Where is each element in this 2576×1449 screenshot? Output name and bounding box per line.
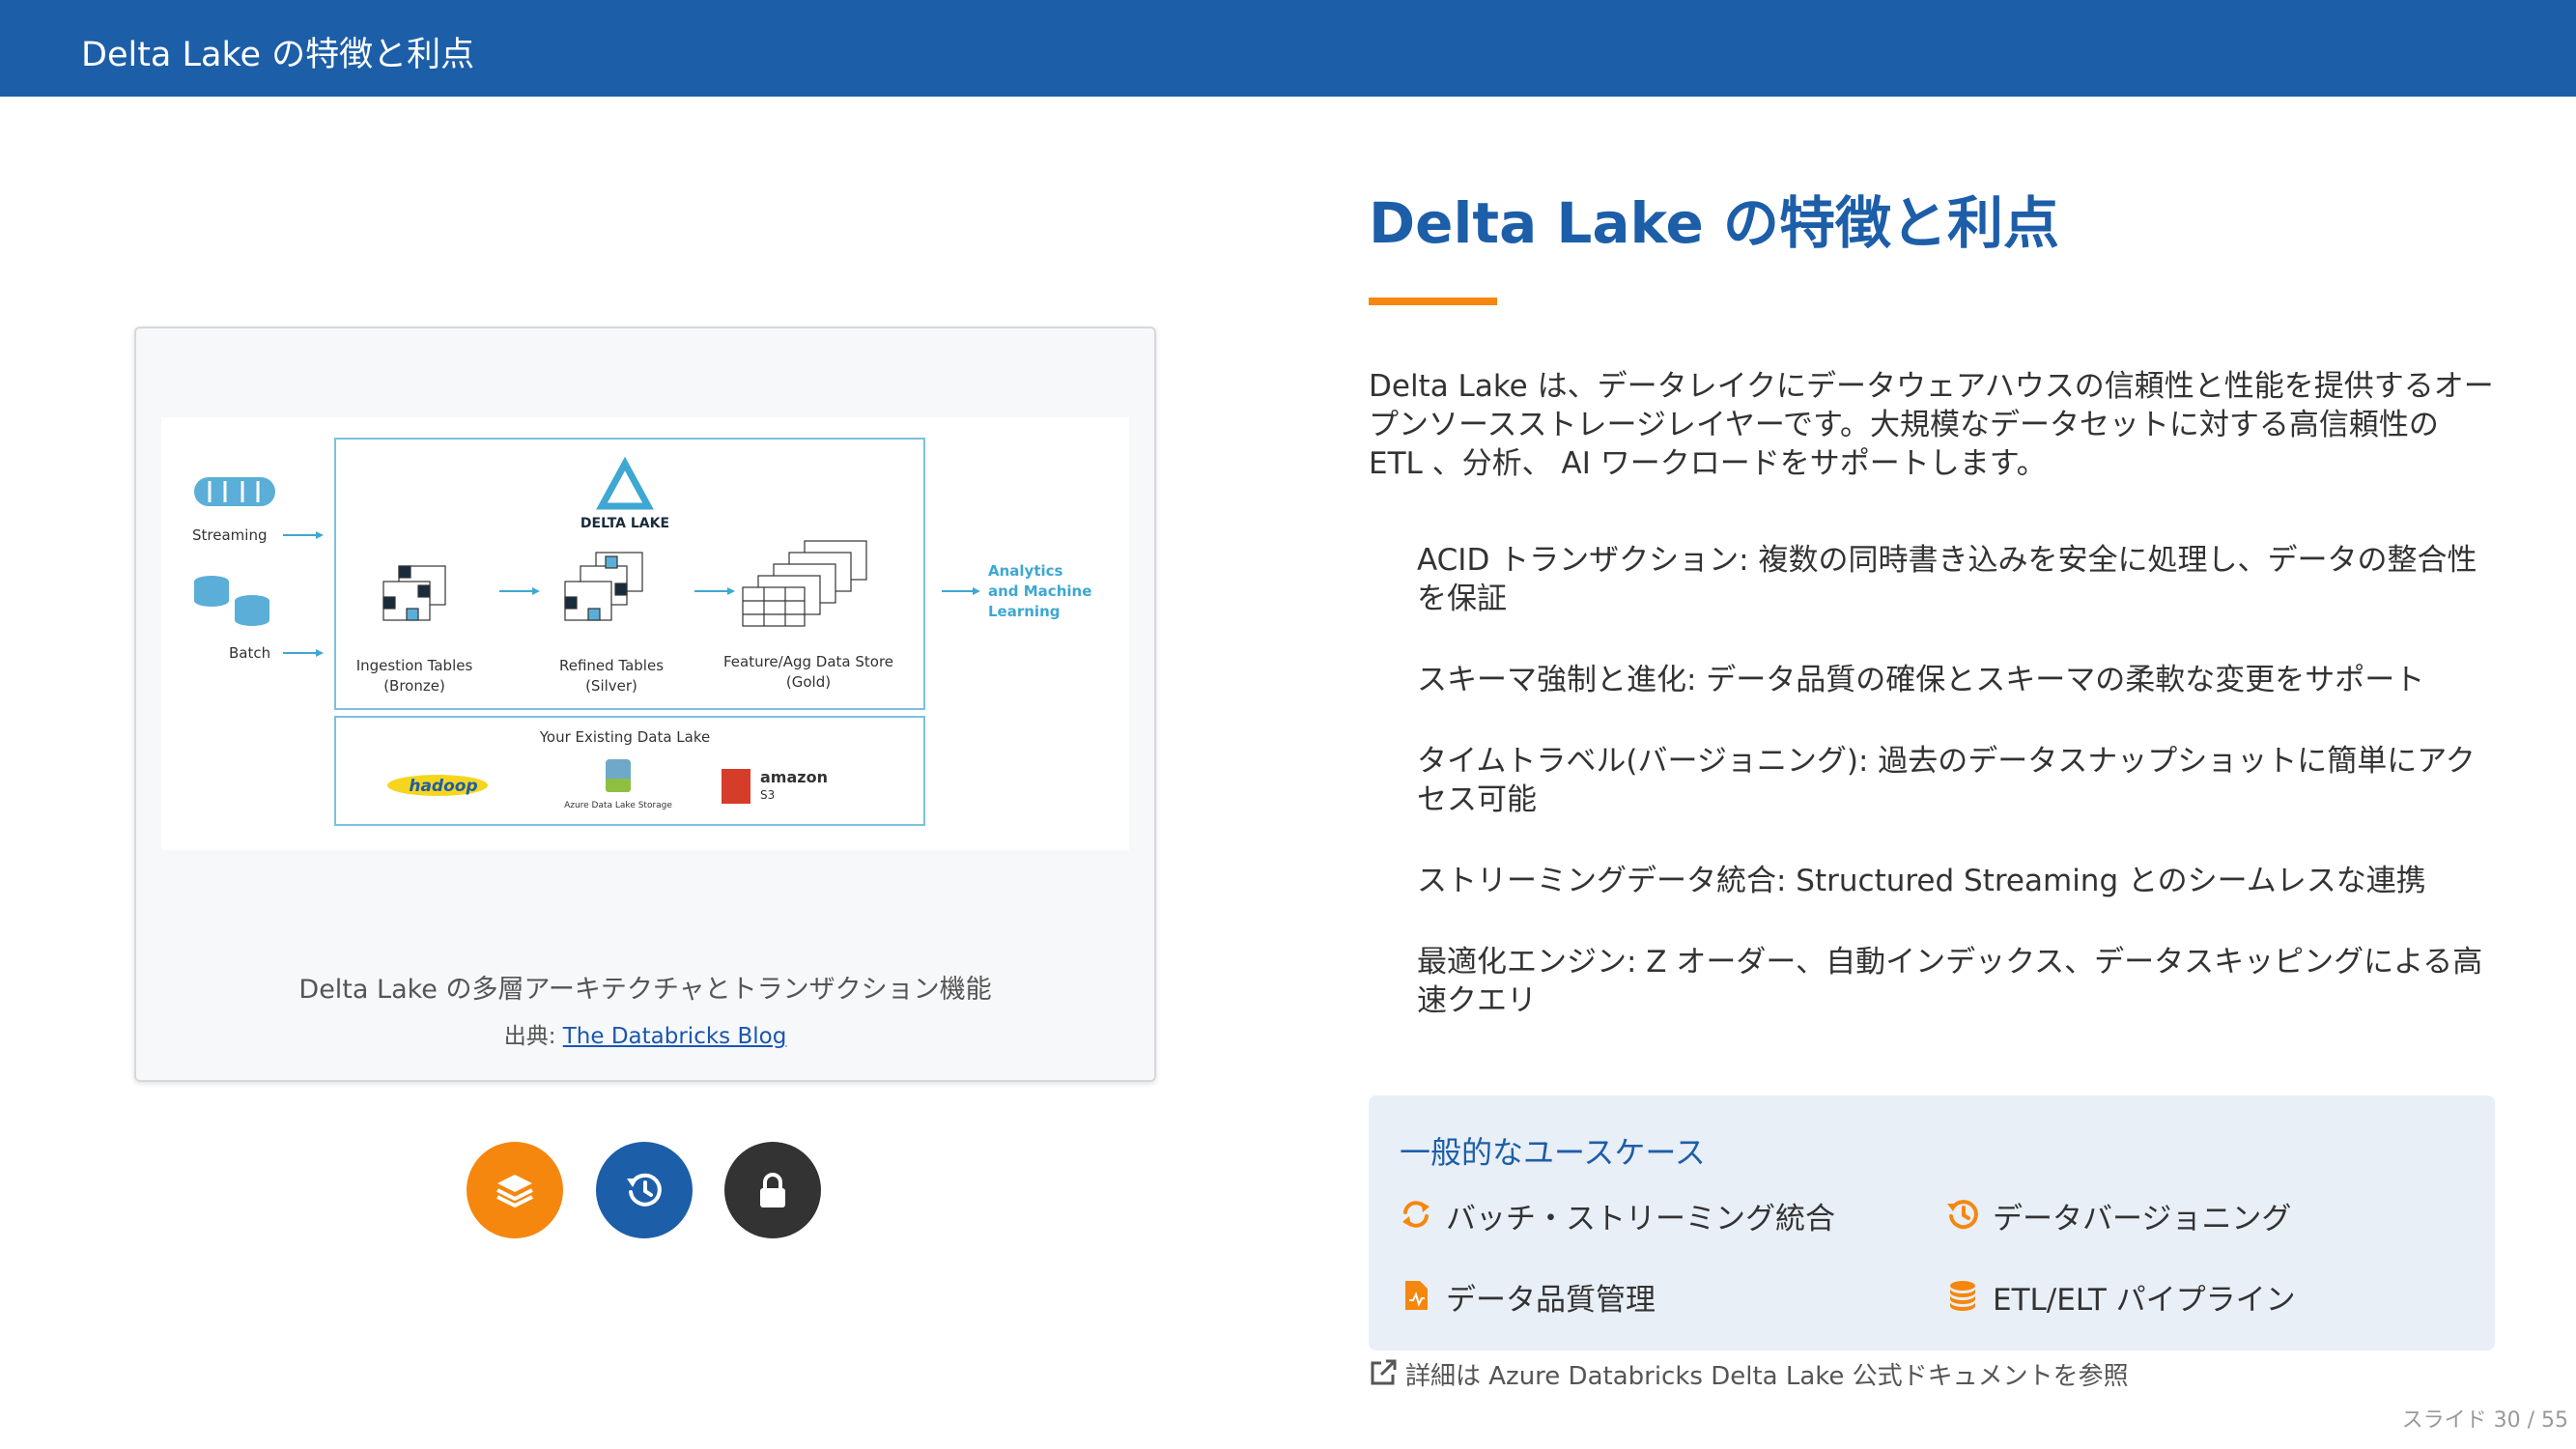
svg-text:DELTA LAKE: DELTA LAKE	[580, 516, 669, 531]
feature-acid: ACID トランザクション: 複数の同時書き込みを安全に処理し、データの整合性を…	[1417, 543, 2477, 616]
hadoop-logo: hadoop	[387, 775, 488, 796]
page-title: Delta Lake の特徴と利点	[1369, 190, 2060, 256]
svg-text:Azure Data Lake Storage: Azure Data Lake Storage	[564, 801, 672, 810]
file-chart-icon	[1405, 1281, 1428, 1310]
usecase-title: 一般的なユースケース	[1400, 1134, 1706, 1171]
svg-text:amazon: amazon	[760, 768, 828, 786]
bronze-tables-icon	[382, 565, 446, 621]
gold-table-name: Feature/Agg Data Store	[723, 653, 893, 670]
storage-title: Your Existing Data Lake	[539, 728, 710, 746]
gold-tables-icon	[742, 540, 867, 627]
top-bar: Delta Lake の特徴と利点	[0, 0, 2576, 97]
history-icon	[627, 1173, 662, 1207]
header-title: Delta Lake の特徴と利点	[81, 36, 475, 74]
slide-number: スライド 30 / 55	[2401, 1408, 2568, 1433]
sync-icon	[1402, 1201, 1430, 1228]
feature-streaming: ストリーミングデータ統合: Structured Streaming とのシーム…	[1417, 864, 2426, 898]
bronze-table-name: Ingestion Tables	[356, 657, 473, 674]
external-link-icon	[1371, 1359, 1397, 1385]
feature-time-travel: タイムトラベル(バージョニング): 過去のデータスナップショットに簡単にアクセス…	[1417, 744, 2476, 817]
feature-list: ACID トランザクション: 複数の同時書き込みを安全に処理し、データの整合性を…	[1417, 541, 2499, 1063]
azure-storage-logo: Azure Data Lake Storage	[564, 759, 672, 810]
lock-icon	[760, 1173, 785, 1208]
database-icon	[1950, 1281, 1975, 1311]
history-button[interactable]	[596, 1142, 693, 1238]
layers-icon	[496, 1175, 533, 1208]
intro-paragraph: Delta Lake は、データレイクにデータウェアハウスの信頼性と性能を提供す…	[1369, 369, 2494, 481]
history-icon	[1947, 1200, 1978, 1230]
lock-button[interactable]	[724, 1142, 821, 1238]
figure-source: 出典: The Databricks Blog	[136, 1017, 1154, 1050]
input-streaming-label: Streaming	[192, 526, 267, 544]
feature-schema: スキーマ強制と進化: データ品質の確保とスキーマの柔軟な変更をサポート	[1417, 663, 2425, 697]
svg-text:S3: S3	[760, 788, 775, 802]
layers-button[interactable]	[467, 1142, 563, 1238]
input-batch-label: Batch	[229, 644, 270, 662]
silver-tables-icon	[564, 552, 643, 621]
usecase-panel: 一般的なユースケース バッチ・ストリーミング統合 データバージョニング データ品…	[1369, 1095, 2495, 1350]
output-line-2: and Machine	[988, 582, 1091, 600]
database-icon	[194, 576, 269, 626]
svg-text:hadoop: hadoop	[409, 777, 477, 796]
output-line-1: Analytics	[988, 562, 1063, 580]
bronze-table-tier: (Bronze)	[383, 677, 445, 695]
feature-optimization: 最適化エンジン: Z オーダー、自動インデックス、データスキッピングによる高速ク…	[1417, 945, 2483, 1018]
delta-lake-architecture-diagram: Streaming Batch DELTA LAKE Ingestion Tab…	[161, 417, 1129, 850]
figure-card: Streaming Batch DELTA LAKE Ingestion Tab…	[134, 327, 1156, 1082]
output-line-3: Learning	[988, 603, 1061, 620]
gold-table-tier: (Gold)	[786, 673, 831, 691]
amazon-s3-logo: amazon S3	[722, 768, 828, 804]
delta-lake-logo: DELTA LAKE	[580, 456, 669, 531]
figure-caption: Delta Lake の多層アーキテクチャとトランザクション機能	[298, 975, 992, 1005]
source-prefix: 出典:	[503, 1024, 556, 1049]
streaming-icon	[194, 477, 275, 506]
source-link[interactable]: The Databricks Blog	[563, 1024, 787, 1049]
silver-table-tier: (Silver)	[585, 677, 637, 695]
silver-table-name: Refined Tables	[559, 657, 664, 674]
title-underline	[1369, 298, 1497, 305]
